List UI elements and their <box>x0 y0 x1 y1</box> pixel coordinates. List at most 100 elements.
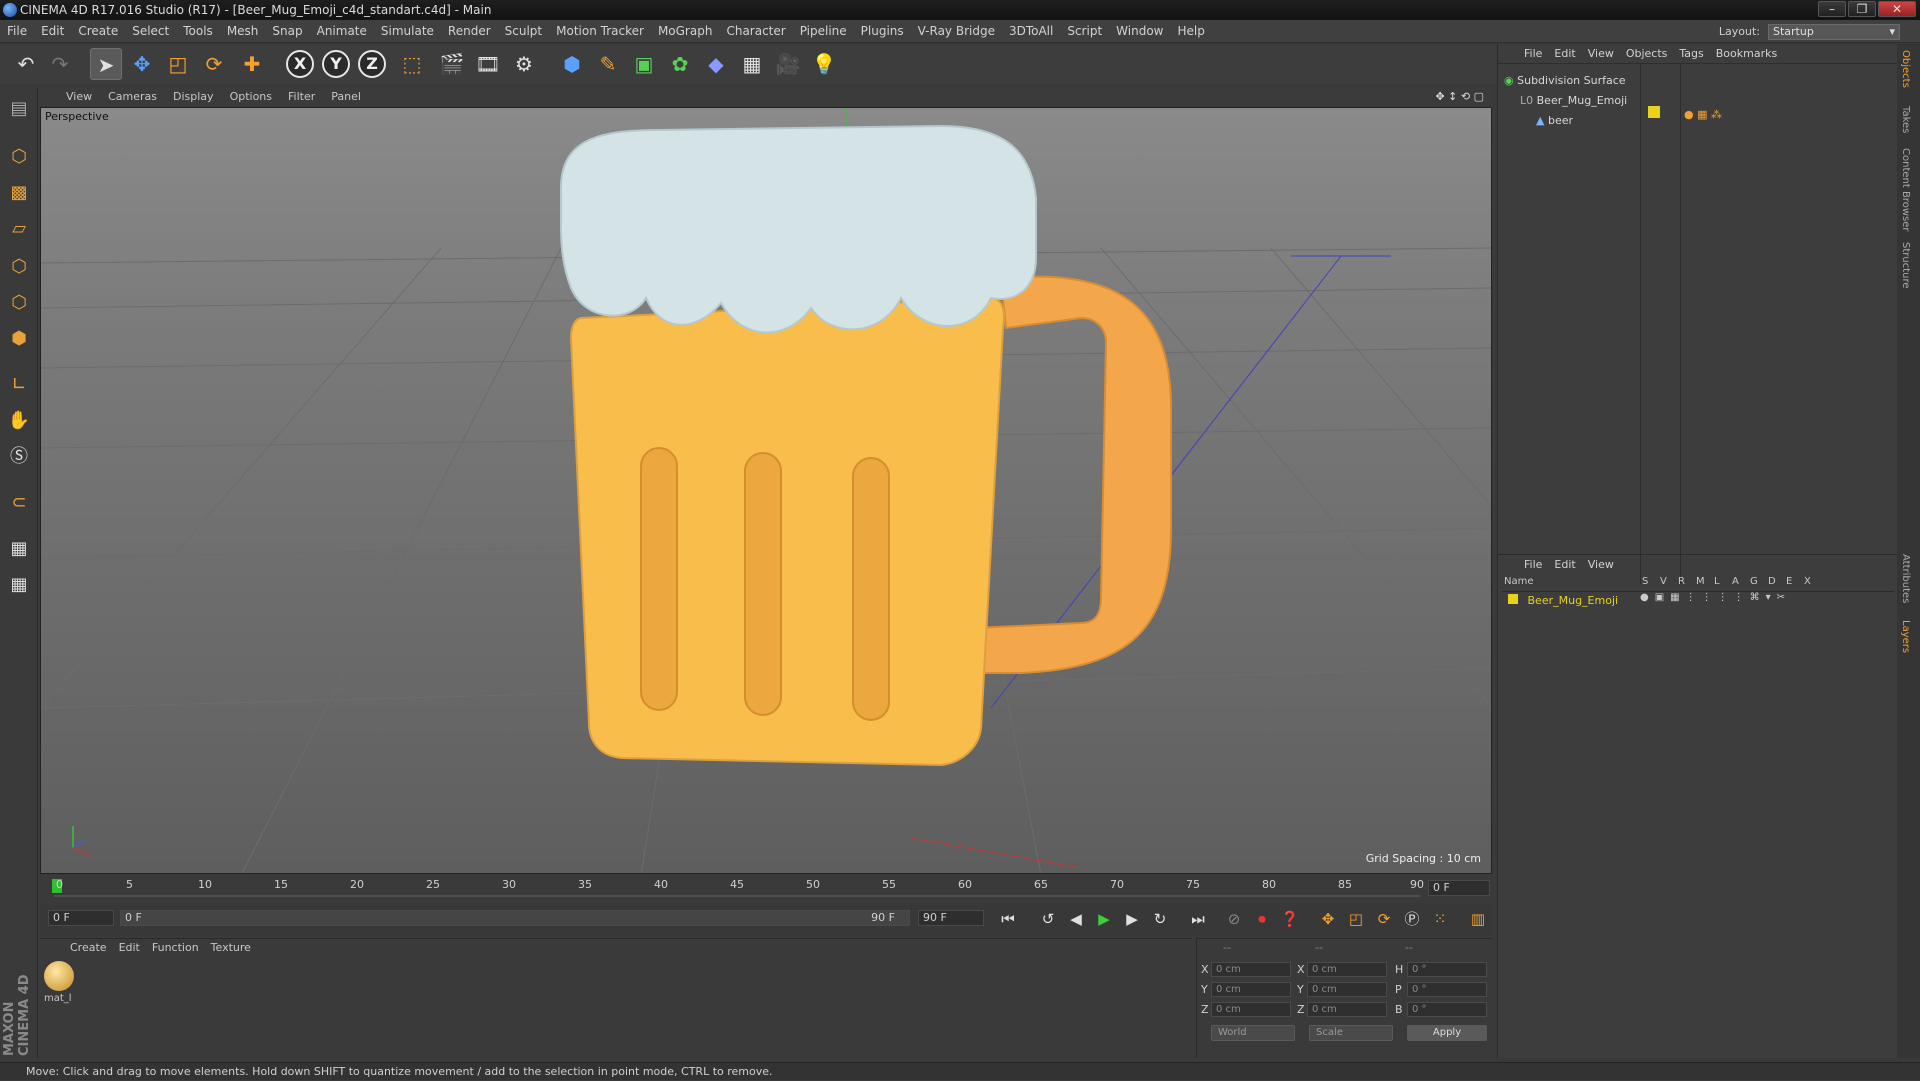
material-menu-edit[interactable]: Edit <box>113 941 146 954</box>
cloner-icon[interactable]: ✿ <box>664 48 696 80</box>
layer-color-swatch[interactable] <box>1648 106 1660 118</box>
minimize-button[interactable]: – <box>1818 1 1846 17</box>
objects-menu-objects[interactable]: Objects <box>1620 44 1674 64</box>
coord-size-x-field[interactable]: 0 cm <box>1307 962 1387 977</box>
objects-menu-view[interactable]: View <box>1582 44 1620 64</box>
start-frame-field[interactable]: 0 F <box>48 910 114 926</box>
next-frame-icon[interactable]: ▶ <box>1120 907 1144 931</box>
current-frame-field[interactable]: 0 F <box>1428 880 1490 896</box>
viewport-menu-display[interactable]: Display <box>165 88 222 106</box>
coordinate-system-icon[interactable]: ⬚ <box>396 48 428 80</box>
menu-window[interactable]: Window <box>1109 20 1170 43</box>
select-cursor-icon[interactable]: ➤ <box>90 48 122 80</box>
tab-content-browser[interactable]: Content Browser <box>1900 148 1911 231</box>
menu-mesh[interactable]: Mesh <box>220 20 266 43</box>
rotate-tool-icon[interactable]: ⟳ <box>198 48 230 80</box>
tab-attributes[interactable]: Attributes <box>1900 554 1911 603</box>
live-select-icon[interactable]: ✚ <box>236 48 268 80</box>
menu-plugins[interactable]: Plugins <box>854 20 911 43</box>
menu-motion-tracker[interactable]: Motion Tracker <box>549 20 651 43</box>
tab-objects[interactable]: Objects <box>1900 50 1911 88</box>
go-to-end-icon[interactable]: ⏭ <box>1186 907 1210 931</box>
key-position-icon[interactable]: ✥ <box>1316 907 1340 931</box>
menu-snap[interactable]: Snap <box>265 20 309 43</box>
viewport-menu-cameras[interactable]: Cameras <box>100 88 165 106</box>
material-menu-create[interactable]: Create <box>64 941 113 954</box>
next-key-icon[interactable]: ↻ <box>1148 907 1172 931</box>
render-settings-icon[interactable]: ⚙ <box>508 48 540 80</box>
viewport-menu-panel[interactable]: Panel <box>323 88 369 106</box>
objects-menu-tags[interactable]: Tags <box>1673 44 1709 64</box>
go-to-start-icon[interactable]: ⏮ <box>996 907 1020 931</box>
workplane-lock-icon[interactable]: ▦ <box>4 534 34 564</box>
render-picture-viewer-icon[interactable]: 🎞 <box>472 48 504 80</box>
coord-pos-z-field[interactable]: 0 cm <box>1211 1002 1291 1017</box>
texture-mode-icon[interactable]: ▩ <box>4 178 34 208</box>
axis-z-toggle[interactable]: Z <box>358 50 386 78</box>
menu-help[interactable]: Help <box>1170 20 1211 43</box>
tab-takes[interactable]: Takes <box>1900 106 1911 133</box>
floor-scene-icon[interactable]: ▦ <box>736 48 768 80</box>
menu-vray-bridge[interactable]: V-Ray Bridge <box>911 20 1002 43</box>
key-rotation-icon[interactable]: ⟳ <box>1372 907 1396 931</box>
timeline-layout-icon[interactable]: ▥ <box>1466 907 1490 931</box>
viewport-menu-view[interactable]: View <box>40 88 100 106</box>
magnet-icon[interactable]: ⊂ <box>4 488 34 518</box>
frame-range-slider[interactable]: 0 F 90 F <box>120 910 910 926</box>
menu-select[interactable]: Select <box>125 20 176 43</box>
redo-icon[interactable]: ↷ <box>44 48 76 80</box>
layers-menu-view[interactable]: View <box>1582 555 1620 575</box>
record-active-icon[interactable]: ⏺ <box>1250 907 1274 931</box>
key-param-icon[interactable]: Ⓟ <box>1400 907 1424 931</box>
3d-viewport[interactable]: Perspective Grid Spacing : 10 cm <box>40 107 1492 874</box>
cube-primitive-icon[interactable]: ⬢ <box>556 48 588 80</box>
coord-size-y-field[interactable]: 0 cm <box>1307 982 1387 997</box>
layer-row[interactable]: Beer_Mug_Emoji <box>1508 592 1618 610</box>
menu-file[interactable]: File <box>0 20 34 43</box>
menu-create[interactable]: Create <box>71 20 125 43</box>
points-mode-icon[interactable]: ⬡ <box>4 252 34 282</box>
coord-pos-x-field[interactable]: 0 cm <box>1211 962 1291 977</box>
make-editable-icon[interactable]: ▤ <box>4 94 34 124</box>
coord-pos-y-field[interactable]: 0 cm <box>1211 982 1291 997</box>
coord-rot-p-field[interactable]: 0 ° <box>1407 982 1487 997</box>
menu-render[interactable]: Render <box>441 20 498 43</box>
layout-dropdown[interactable]: Startup ▾ <box>1768 24 1900 40</box>
coord-mode-dropdown[interactable]: World <box>1211 1025 1295 1041</box>
menu-character[interactable]: Character <box>719 20 792 43</box>
menu-tools[interactable]: Tools <box>176 20 220 43</box>
viewport-menu-options[interactable]: Options <box>222 88 280 106</box>
menu-3dtoall[interactable]: 3DToAll <box>1002 20 1060 43</box>
light-icon[interactable]: 💡 <box>808 48 840 80</box>
tweak-mode-icon[interactable]: ✋ <box>4 406 34 436</box>
scale-tool-icon[interactable]: ◰ <box>162 48 194 80</box>
deformer-icon[interactable]: ◆ <box>700 48 732 80</box>
subdivision-surface-icon[interactable]: ▣ <box>628 48 660 80</box>
workplane-mode-icon[interactable]: ▱ <box>4 214 34 244</box>
key-pla-icon[interactable]: ⁙ <box>1428 907 1452 931</box>
workplane-grid-icon[interactable]: ▦ <box>4 570 34 600</box>
menu-sculpt[interactable]: Sculpt <box>498 20 549 43</box>
layer-toggle-icons[interactable]: ●▣▦⋮⋮⋮⋮⌘▾✂ <box>1640 592 1791 603</box>
viewport-nav-icons[interactable]: ✥ ↕ ⟲ ▢ <box>1435 88 1484 106</box>
render-view-icon[interactable]: 🎬 <box>436 48 468 80</box>
viewport-menu-filter[interactable]: Filter <box>280 88 323 106</box>
tab-layers[interactable]: Layers <box>1900 620 1911 653</box>
material-menu-function[interactable]: Function <box>146 941 205 954</box>
polygons-mode-icon[interactable]: ⬢ <box>4 324 34 354</box>
menu-pipeline[interactable]: Pipeline <box>793 20 854 43</box>
material-swatch[interactable] <box>44 961 74 991</box>
edges-mode-icon[interactable]: ⬡ <box>4 288 34 318</box>
key-scale-icon[interactable]: ◰ <box>1344 907 1368 931</box>
move-tool-icon[interactable]: ✥ <box>126 48 158 80</box>
objects-menu-file[interactable]: File <box>1518 44 1548 64</box>
menu-script[interactable]: Script <box>1060 20 1109 43</box>
layers-menu-file[interactable]: File <box>1518 555 1548 575</box>
menu-mograph[interactable]: MoGraph <box>651 20 720 43</box>
objects-menu-edit[interactable]: Edit <box>1548 44 1581 64</box>
material-menu-texture[interactable]: Texture <box>205 941 257 954</box>
axis-mode-icon[interactable]: ∟ <box>4 370 34 400</box>
end-frame-field[interactable]: 90 F <box>918 910 984 926</box>
close-button[interactable]: ✕ <box>1878 1 1916 17</box>
material-tag-icon[interactable]: ● ▦ ⁂ <box>1684 108 1722 121</box>
